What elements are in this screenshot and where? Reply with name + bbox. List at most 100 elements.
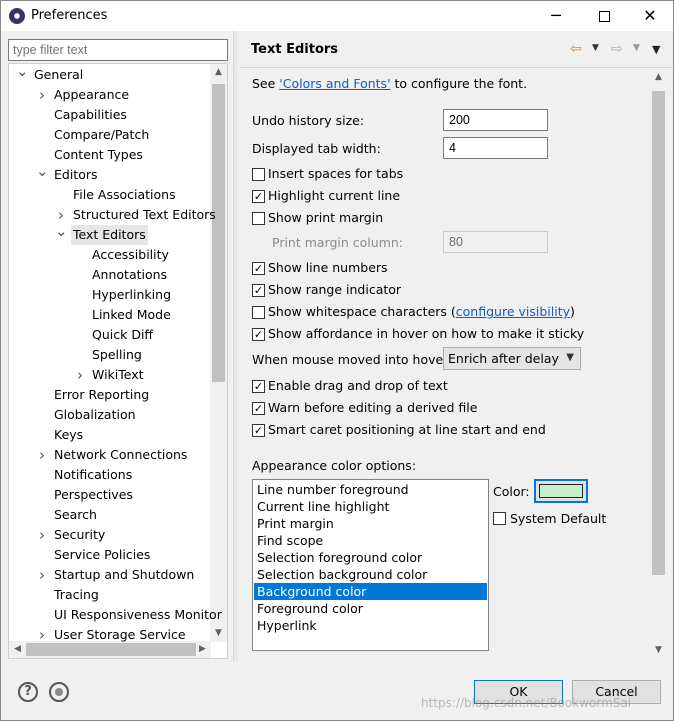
color-option-find-scope[interactable]: Find scope bbox=[254, 532, 487, 549]
color-option-foreground-color[interactable]: Foreground color bbox=[254, 600, 487, 617]
import-export-icon[interactable] bbox=[49, 682, 69, 702]
tree-vertical-scrollbar[interactable]: ▲ ▼ bbox=[210, 64, 227, 642]
scroll-down-icon[interactable]: ▼ bbox=[650, 642, 667, 659]
tree-item-annotations[interactable]: Annotations bbox=[9, 265, 209, 285]
color-option-selection-foreground-color[interactable]: Selection foreground color bbox=[254, 549, 487, 566]
page-title: Text Editors bbox=[251, 42, 339, 57]
tree-item-linked-mode[interactable]: Linked Mode bbox=[9, 305, 209, 325]
enable-drag-and-drop-of-text-checkbox[interactable]: ✓ bbox=[252, 380, 265, 393]
chevron-right-icon[interactable]: › bbox=[74, 365, 86, 385]
configure-visibility-link[interactable]: configure visibility bbox=[456, 304, 570, 319]
filter-input[interactable] bbox=[8, 39, 228, 61]
chevron-down-icon: ▼ bbox=[566, 352, 574, 363]
close-button[interactable]: ✕ bbox=[627, 1, 673, 31]
color-option-current-line-highlight[interactable]: Current line highlight bbox=[254, 498, 487, 515]
tree-item-perspectives[interactable]: Perspectives bbox=[9, 485, 209, 505]
hover-combo[interactable]: Enrich after delay ▼ bbox=[443, 347, 581, 370]
tree-item-wikitext[interactable]: › WikiText bbox=[9, 365, 209, 385]
show-line-numbers-label: Show line numbers bbox=[268, 260, 388, 275]
splitter-sash[interactable] bbox=[233, 31, 238, 661]
help-icon[interactable]: ? bbox=[18, 682, 38, 702]
watermark: https://blog.csdn.net/BookwormSai bbox=[421, 696, 632, 710]
color-options-list[interactable]: Line number foreground Current line highl… bbox=[252, 479, 489, 651]
insert-spaces-for-tabs-checkbox[interactable] bbox=[252, 168, 265, 181]
chevron-down-icon[interactable]: ⌄ bbox=[16, 64, 29, 81]
tree-item-label: Error Reporting bbox=[54, 387, 150, 402]
back-dropdown-icon[interactable]: ▼ bbox=[592, 43, 599, 53]
checkbox-text-suffix: ) bbox=[570, 304, 575, 319]
tree-item-search[interactable]: Search bbox=[9, 505, 209, 525]
scroll-down-icon[interactable]: ▼ bbox=[210, 625, 227, 642]
tree-item-hyperlinking[interactable]: Hyperlinking bbox=[9, 285, 209, 305]
maximize-button[interactable] bbox=[581, 1, 627, 31]
show-whitespace-characters-configure-visibility-checkbox[interactable] bbox=[252, 306, 265, 319]
tree-item-network-connections[interactable]: › Network Connections bbox=[9, 445, 209, 465]
tree-item-spelling[interactable]: Spelling bbox=[9, 345, 209, 365]
scroll-thumb[interactable] bbox=[652, 91, 665, 575]
show-range-indicator-checkbox[interactable]: ✓ bbox=[252, 284, 265, 297]
smart-caret-positioning-at-line-start-and-end-checkbox[interactable]: ✓ bbox=[252, 424, 265, 437]
forward-dropdown-icon[interactable]: ▼ bbox=[633, 43, 640, 53]
checkbox-text: Enable drag and drop of text bbox=[268, 378, 448, 393]
show-print-margin-checkbox[interactable] bbox=[252, 212, 265, 225]
color-option-print-margin[interactable]: Print margin bbox=[254, 515, 487, 532]
tree-item-error-reporting[interactable]: Error Reporting bbox=[9, 385, 209, 405]
highlight-current-line-checkbox[interactable]: ✓ bbox=[252, 190, 265, 203]
tree-item-file-associations[interactable]: File Associations bbox=[9, 185, 209, 205]
scroll-thumb[interactable] bbox=[212, 84, 225, 382]
color-picker-button[interactable] bbox=[534, 479, 588, 503]
text-editors-page: See 'Colors and Fonts' to configure the … bbox=[239, 69, 673, 661]
tree-item-compare-patch[interactable]: Compare/Patch bbox=[9, 125, 209, 145]
chevron-right-icon[interactable]: › bbox=[36, 445, 48, 465]
tree-item-accessibility[interactable]: Accessibility bbox=[9, 245, 209, 265]
scroll-up-icon[interactable]: ▲ bbox=[210, 64, 227, 81]
minimize-button[interactable]: ─ bbox=[533, 1, 579, 31]
chevron-down-icon[interactable]: ⌄ bbox=[36, 161, 49, 181]
chevron-right-icon[interactable]: › bbox=[36, 525, 48, 545]
warn-before-editing-a-derived-file-checkbox[interactable]: ✓ bbox=[252, 402, 265, 415]
tree-item-editors[interactable]: ⌄ Editors bbox=[9, 162, 209, 185]
tree-item-keys[interactable]: Keys bbox=[9, 425, 209, 445]
tree-item-user-storage-service[interactable]: › User Storage Service bbox=[9, 625, 209, 645]
hover-combo-value: Enrich after delay bbox=[448, 351, 559, 366]
scroll-up-icon[interactable]: ▲ bbox=[650, 69, 667, 86]
chevron-right-icon[interactable]: › bbox=[36, 625, 48, 645]
tree-item-label: Annotations bbox=[92, 267, 168, 282]
show-affordance-in-hover-on-how-to-make-it-sticky-checkbox[interactable]: ✓ bbox=[252, 328, 265, 341]
tree-item-quick-diff[interactable]: Quick Diff bbox=[9, 325, 209, 345]
checkbox-text: Insert spaces for tabs bbox=[268, 166, 404, 181]
tree-item-structured-text-editors[interactable]: › Structured Text Editors bbox=[9, 205, 216, 225]
forward-arrow-icon[interactable]: ⇨ bbox=[611, 41, 623, 57]
hover-label: When mouse moved into hover: bbox=[252, 352, 453, 367]
tree-item-label: Security bbox=[54, 527, 106, 542]
tree-item-notifications[interactable]: Notifications bbox=[9, 465, 209, 485]
tree-item-tracing[interactable]: Tracing bbox=[9, 585, 209, 605]
window-title: Preferences bbox=[31, 8, 108, 23]
show-line-numbers-checkbox[interactable]: ✓ bbox=[252, 262, 265, 275]
undo-history-input[interactable] bbox=[443, 109, 548, 131]
system-default-checkbox[interactable] bbox=[493, 512, 506, 525]
color-option-hyperlink[interactable]: Hyperlink bbox=[254, 617, 487, 634]
colors-and-fonts-link[interactable]: 'Colors and Fonts' bbox=[279, 76, 390, 91]
tree-item-appearance[interactable]: › Appearance bbox=[9, 85, 209, 105]
color-option-selection-background-color[interactable]: Selection background color bbox=[254, 566, 487, 583]
back-arrow-icon[interactable]: ⇦ bbox=[570, 41, 582, 57]
tree-item-text-editors[interactable]: ⌄ Text Editors bbox=[9, 222, 209, 245]
chevron-right-icon[interactable]: › bbox=[36, 565, 48, 585]
tree-item-security[interactable]: › Security bbox=[9, 525, 209, 545]
tree-item-service-policies[interactable]: Service Policies bbox=[9, 545, 209, 565]
page-vertical-scrollbar[interactable]: ▲ ▼ bbox=[650, 69, 667, 659]
tree-item-general[interactable]: ⌄ General bbox=[9, 64, 209, 85]
color-label: Color: bbox=[493, 484, 530, 499]
color-option-background-color[interactable]: Background color bbox=[254, 583, 487, 600]
tab-width-input[interactable] bbox=[443, 137, 548, 159]
tree-item-startup-and-shutdown[interactable]: › Startup and Shutdown bbox=[9, 565, 209, 585]
tree-item-globalization[interactable]: Globalization bbox=[9, 405, 209, 425]
chevron-down-icon[interactable]: ⌄ bbox=[55, 221, 68, 241]
tree-item-capabilities[interactable]: Capabilities bbox=[9, 105, 209, 125]
tree-item-ui-responsiveness-monitor[interactable]: UI Responsiveness Monitor bbox=[9, 605, 222, 625]
chevron-right-icon[interactable]: › bbox=[36, 85, 48, 105]
color-option-line-number-foreground[interactable]: Line number foreground bbox=[254, 481, 487, 498]
view-menu-icon[interactable]: ▼ bbox=[652, 43, 660, 56]
tree-item-label: UI Responsiveness Monitor bbox=[54, 607, 222, 622]
